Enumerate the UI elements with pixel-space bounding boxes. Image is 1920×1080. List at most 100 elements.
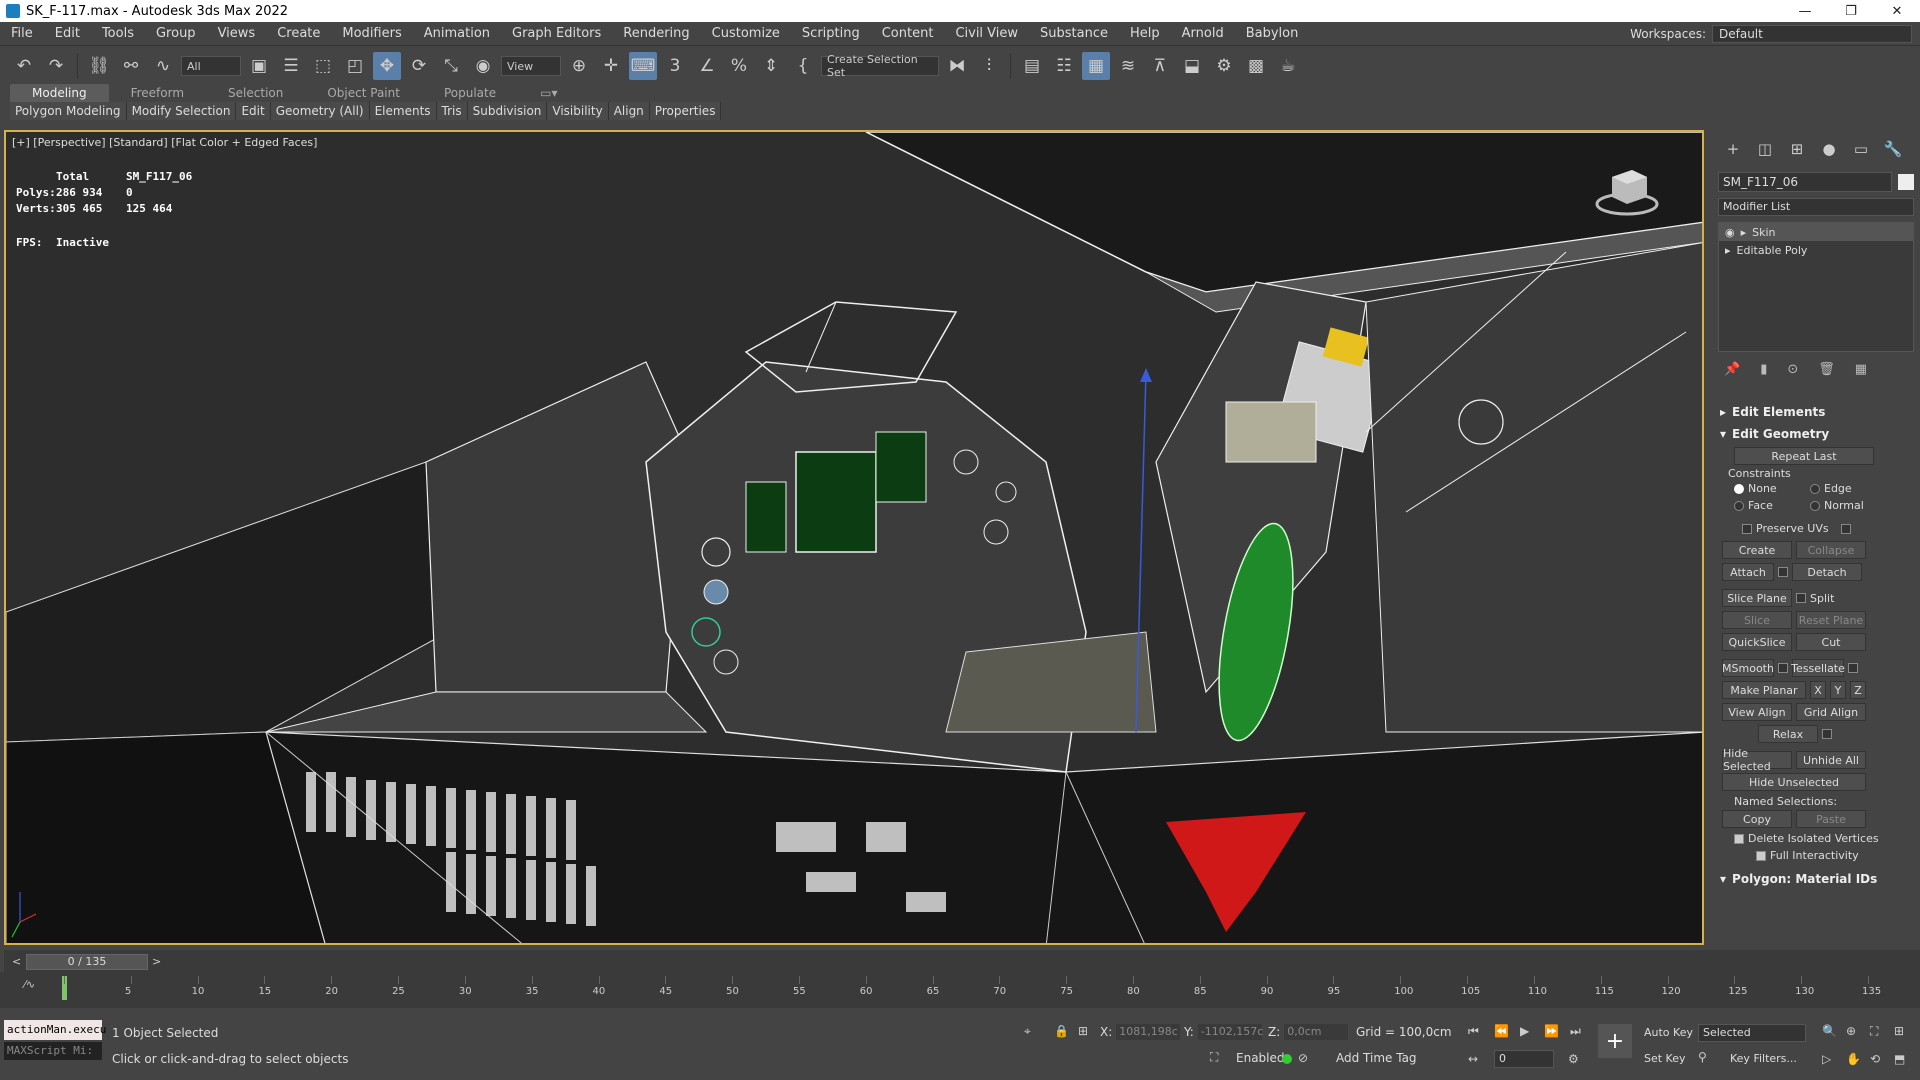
maximize-button[interactable]: ❐ (1828, 0, 1874, 22)
time-slider[interactable]: 0 / 135 (26, 954, 148, 970)
view-align-button[interactable]: View Align (1722, 703, 1792, 721)
orbit-icon[interactable]: ⟲ (1870, 1052, 1880, 1066)
full-interactivity-checkbox[interactable] (1756, 850, 1766, 861)
grid-align-button[interactable]: Grid Align (1796, 703, 1866, 721)
menu-edit[interactable]: Edit (44, 26, 91, 41)
panel-polygon-modeling[interactable]: Polygon Modeling (10, 102, 127, 120)
constraint-none-radio[interactable] (1734, 483, 1744, 494)
paste-button[interactable]: Paste (1796, 810, 1866, 828)
snaps-toggle-icon[interactable]: 3 (661, 52, 689, 80)
create-button[interactable]: Create (1722, 541, 1792, 559)
key-filter-icon[interactable]: ⚲ (1698, 1050, 1707, 1064)
tab-modeling[interactable]: Modeling (10, 84, 109, 102)
detach-button[interactable]: Detach (1792, 563, 1862, 581)
display-tab-icon[interactable]: ▭ (1850, 138, 1872, 160)
key-filters-button[interactable]: Key Filters... (1730, 1050, 1797, 1068)
create-tab-icon[interactable]: + (1722, 138, 1744, 160)
configure-modifier-sets-icon[interactable]: ▦ (1855, 362, 1867, 377)
curve-editor-icon[interactable]: ≋ (1114, 52, 1142, 80)
layer-explorer-icon[interactable]: ☷ (1050, 52, 1078, 80)
track-bar[interactable]: ⁄∿ 5 10 15 20 25 30 35 40 45 50 55 60 65 70 75 80 85 90 95… (0, 972, 1920, 1008)
menu-help[interactable]: Help (1119, 26, 1171, 41)
time-tag-icon[interactable]: ⊘ (1298, 1051, 1308, 1065)
eye-icon[interactable]: ◉ (1725, 226, 1735, 239)
tab-object-paint[interactable]: Object Paint (305, 84, 422, 102)
hierarchy-tab-icon[interactable]: ⊞ (1786, 138, 1808, 160)
absolute-mode-icon[interactable]: ⊞ (1078, 1024, 1088, 1038)
msmooth-settings-icon[interactable] (1778, 663, 1788, 673)
unlink-icon[interactable]: ⚯ (117, 52, 145, 80)
stack-item-skin[interactable]: ◉ ▸ Skin (1719, 223, 1913, 241)
redo-icon[interactable]: ↷ (42, 52, 70, 80)
hide-selected-button[interactable]: Hide Selected (1722, 747, 1792, 773)
expand-icon[interactable]: ▸ (1725, 244, 1731, 257)
make-planar-button[interactable]: Make Planar (1722, 681, 1806, 699)
panel-elements[interactable]: Elements (369, 102, 437, 120)
menu-arnold[interactable]: Arnold (1171, 26, 1235, 41)
render-setup-icon[interactable]: ⚙ (1210, 52, 1238, 80)
modify-tab-icon[interactable]: ◫ (1754, 138, 1776, 160)
select-object-icon[interactable]: ▣ (245, 52, 273, 80)
material-editor-icon[interactable]: ⬓ (1178, 52, 1206, 80)
current-frame-field[interactable]: 0 (1494, 1050, 1554, 1068)
schematic-view-icon[interactable]: ⊼ (1146, 52, 1174, 80)
slice-plane-button[interactable]: Slice Plane (1722, 589, 1792, 607)
isolate-selection-icon[interactable]: ⌖ (1024, 1024, 1031, 1039)
keyboard-shortcut-icon[interactable]: ⌨ (629, 52, 657, 80)
pivot-center-icon[interactable]: ⊕ (565, 52, 593, 80)
y-coord-field[interactable]: -1102,157c (1197, 1024, 1263, 1040)
quickslice-button[interactable]: QuickSlice (1722, 633, 1792, 651)
constraint-edge-radio[interactable] (1810, 483, 1820, 494)
select-manipulate-icon[interactable]: ✛ (597, 52, 625, 80)
panel-align[interactable]: Align (608, 102, 650, 120)
remove-modifier-icon[interactable]: 🗑 (1818, 362, 1835, 377)
prev-frame-icon[interactable]: < (12, 955, 21, 968)
expand-icon[interactable]: ▸ (1741, 226, 1747, 239)
rect-selection-icon[interactable]: ⬚ (309, 52, 337, 80)
viewcube-icon[interactable] (1592, 162, 1662, 222)
angle-snap-icon[interactable]: ∠ (693, 52, 721, 80)
move-icon[interactable]: ✥ (373, 52, 401, 80)
menu-babylon[interactable]: Babylon (1235, 26, 1310, 41)
constraint-face-radio[interactable] (1734, 500, 1744, 511)
scale-icon[interactable]: ⤡ (437, 52, 465, 80)
rollout-polygon-material-ids[interactable]: ▾ Polygon: Material IDs (1712, 868, 1920, 890)
time-config-icon[interactable]: ⚙ (1568, 1052, 1579, 1066)
align-icon[interactable]: ⫶ (975, 52, 1003, 80)
object-name-field[interactable]: SM_F117_06 (1718, 172, 1893, 192)
select-by-name-icon[interactable]: ☰ (277, 52, 305, 80)
hide-unselected-button[interactable]: Hide Unselected (1722, 773, 1866, 791)
attach-settings-icon[interactable] (1778, 567, 1788, 577)
perspective-viewport[interactable]: [+] [Perspective] [Standard] [Flat Color… (4, 130, 1704, 945)
zoom-extents-icon[interactable]: ⛶ (1870, 1024, 1878, 1039)
add-time-tag-button[interactable]: Add Time Tag (1336, 1051, 1417, 1065)
spinner-snap-icon[interactable]: ⇕ (757, 52, 785, 80)
x-coord-field[interactable]: 1081,198c (1116, 1024, 1181, 1040)
make-unique-icon[interactable]: ⊙ (1787, 362, 1798, 377)
relax-settings-icon[interactable] (1822, 729, 1832, 739)
cut-button[interactable]: Cut (1796, 633, 1866, 651)
mirror-icon[interactable]: ⧓ (943, 52, 971, 80)
rollout-edit-geometry[interactable]: ▾ Edit Geometry (1712, 423, 1920, 445)
enabled-indicator-icon[interactable] (1282, 1054, 1292, 1064)
panel-geometry-all[interactable]: Geometry (All) (270, 102, 370, 120)
split-checkbox[interactable] (1796, 593, 1806, 603)
menu-tools[interactable]: Tools (91, 26, 145, 41)
utilities-tab-icon[interactable]: 🔧 (1882, 138, 1904, 160)
delete-isolated-checkbox[interactable] (1734, 833, 1744, 844)
tab-freeform[interactable]: Freeform (109, 84, 206, 102)
show-end-result-icon[interactable]: ▮ (1760, 362, 1767, 377)
prev-key-icon[interactable]: ⏪ (1494, 1024, 1509, 1038)
pin-stack-icon[interactable]: 📌 (1724, 362, 1740, 377)
window-crossing-icon[interactable]: ◰ (341, 52, 369, 80)
constraint-normal-radio[interactable] (1810, 500, 1820, 511)
menu-graph-editors[interactable]: Graph Editors (501, 26, 612, 41)
render-icon[interactable]: ☕ (1274, 52, 1302, 80)
preserve-uvs-checkbox[interactable] (1742, 523, 1752, 534)
menu-rendering[interactable]: Rendering (612, 26, 700, 41)
field-of-view-icon[interactable]: ▷ (1822, 1052, 1831, 1066)
close-button[interactable]: ✕ (1874, 0, 1920, 22)
menu-group[interactable]: Group (145, 26, 207, 41)
selection-filter-dropdown[interactable]: All (181, 56, 241, 76)
reset-plane-button[interactable]: Reset Plane (1796, 611, 1866, 629)
